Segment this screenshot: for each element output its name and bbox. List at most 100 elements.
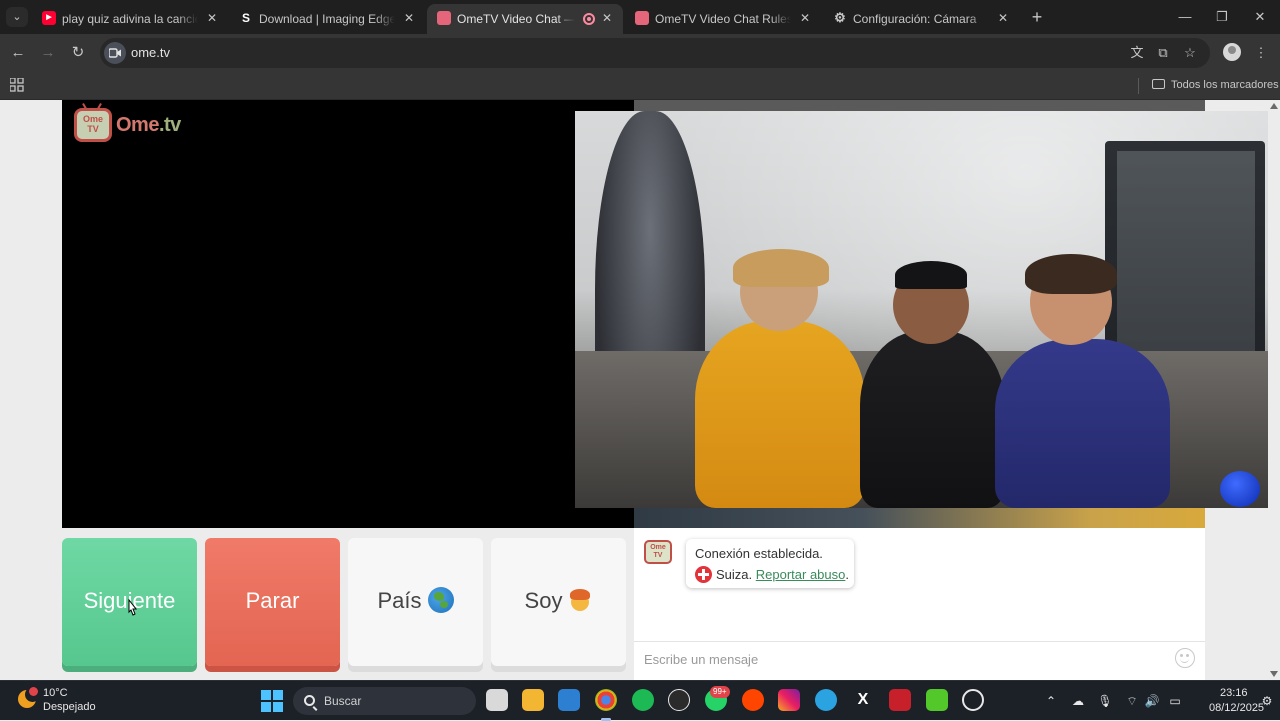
weather-condition[interactable]: Despejado bbox=[43, 701, 96, 713]
tab-title: OmeTV Video Chat — Omegle bbox=[457, 12, 575, 26]
cast-icon[interactable]: ⧉ bbox=[1153, 43, 1173, 63]
person-icon bbox=[568, 587, 592, 613]
stop-button[interactable]: Parar bbox=[205, 538, 340, 666]
reddit-icon[interactable] bbox=[742, 689, 764, 711]
globe-icon bbox=[427, 587, 454, 614]
country-button[interactable]: País bbox=[348, 538, 483, 666]
telegram-icon[interactable] bbox=[815, 689, 837, 711]
file-explorer-icon[interactable] bbox=[522, 689, 544, 711]
new-tab-button[interactable]: + bbox=[1028, 8, 1046, 26]
tab-search-button[interactable]: ⌄ bbox=[6, 7, 28, 27]
stop-button-label: Parar bbox=[245, 588, 300, 613]
gender-button[interactable]: Soy bbox=[491, 538, 626, 666]
store-icon[interactable] bbox=[558, 689, 580, 711]
taskbar-search[interactable]: Buscar bbox=[293, 687, 476, 715]
address-bar[interactable]: ome.tv bbox=[100, 38, 1210, 68]
bookmarks-bar: Todos los marcadores bbox=[0, 72, 1280, 100]
logo-brand-tld: .tv bbox=[158, 114, 181, 136]
video-person bbox=[995, 339, 1170, 508]
gear-icon: ⚙ bbox=[834, 10, 846, 25]
forward-button[interactable]: → bbox=[38, 43, 58, 63]
tv-logo-icon: Ome TV bbox=[74, 108, 112, 142]
windows-start-icon[interactable] bbox=[261, 690, 283, 712]
tab-ometv-active[interactable]: OmeTV Video Chat — Omegle ✕ bbox=[427, 4, 623, 34]
mouse-cursor-icon bbox=[128, 599, 138, 616]
video-person-cap bbox=[733, 249, 829, 287]
logo-brand-text: Ome.tv bbox=[116, 114, 181, 137]
search-icon bbox=[304, 695, 315, 706]
chat-divider bbox=[634, 641, 1205, 642]
onedrive-icon[interactable]: ☁ bbox=[1069, 692, 1087, 710]
all-bookmarks-folder[interactable]: Todos los marcadores bbox=[1152, 77, 1279, 93]
tab-strip: ⌄ ▶ play quiz adivina la cancion - YouTu… bbox=[0, 0, 1280, 34]
bookmarks-separator bbox=[1138, 78, 1139, 94]
tab-settings-camera[interactable]: ⚙ Configuración: Cámara ✕ bbox=[823, 4, 1019, 34]
video-blue-object bbox=[1220, 471, 1260, 507]
camera-in-use-icon[interactable] bbox=[104, 42, 126, 64]
scroll-down-arrow-icon[interactable] bbox=[1270, 671, 1278, 677]
video-person bbox=[860, 331, 1005, 508]
tab-ometv-rules[interactable]: OmeTV Video Chat Rules and Reg ✕ bbox=[625, 4, 821, 34]
instagram-icon[interactable] bbox=[778, 689, 800, 711]
chrome-icon[interactable] bbox=[595, 689, 617, 721]
tab-title: OmeTV Video Chat Rules and Reg bbox=[655, 12, 791, 26]
task-view-icon[interactable] bbox=[486, 689, 508, 711]
report-period: . bbox=[845, 567, 850, 582]
all-bookmarks-label: Todos los marcadores bbox=[1171, 79, 1279, 91]
window-close-button[interactable]: ✕ bbox=[1250, 8, 1270, 26]
swiss-flag-icon bbox=[695, 566, 712, 583]
browser-toolbar: ← → ↻ ome.tv 文 ⧉ ☆ ⋮ bbox=[0, 34, 1280, 72]
back-button[interactable]: ← bbox=[8, 43, 28, 63]
logo-brand-name: Ome bbox=[116, 114, 159, 136]
apps-grid-icon[interactable] bbox=[10, 78, 24, 92]
chat-message-input[interactable] bbox=[644, 650, 1164, 668]
clock-time[interactable]: 23:16 bbox=[1220, 687, 1248, 699]
weather-temperature[interactable]: 10°C bbox=[43, 687, 68, 699]
microphone-icon[interactable]: 🎙 bbox=[1096, 692, 1114, 710]
close-icon[interactable]: ✕ bbox=[995, 10, 1011, 26]
clock-date[interactable]: 08/12/2025 bbox=[1209, 702, 1264, 714]
close-icon[interactable]: ✕ bbox=[599, 10, 615, 26]
emoji-picker-icon[interactable] bbox=[1175, 648, 1195, 668]
tray-overflow-icon[interactable]: ⌃ bbox=[1042, 692, 1060, 710]
notifications-gear-icon[interactable]: ⚙ bbox=[1258, 692, 1276, 710]
reload-button[interactable]: ↻ bbox=[68, 43, 88, 63]
weather-moon-icon[interactable] bbox=[18, 687, 40, 708]
system-message: Conexión establecida. Suiza. Reportar ab… bbox=[686, 539, 854, 588]
partner-country: Suiza. bbox=[716, 567, 753, 582]
tab-imaging-edge[interactable]: S Download | Imaging Edge Webcam ✕ bbox=[229, 4, 425, 34]
tab-youtube[interactable]: ▶ play quiz adivina la cancion - YouTube… bbox=[32, 4, 228, 34]
logo-badge-text: Ome TV bbox=[82, 114, 103, 134]
local-video: Ome TV Ome.tv bbox=[62, 100, 634, 528]
remote-video-edge bbox=[634, 508, 1205, 528]
x-icon[interactable]: X bbox=[852, 689, 874, 711]
close-icon[interactable]: ✕ bbox=[401, 10, 417, 26]
connection-status: Conexión establecida. bbox=[695, 546, 823, 561]
profile-avatar[interactable] bbox=[1223, 43, 1241, 61]
report-abuse-link[interactable]: Reportar abuso bbox=[756, 567, 846, 582]
bookmark-star-icon[interactable]: ☆ bbox=[1180, 43, 1200, 63]
chatgpt-icon[interactable] bbox=[668, 689, 690, 711]
scroll-up-arrow-icon[interactable] bbox=[1270, 103, 1278, 109]
chat-logo-text: Ome TV bbox=[650, 544, 666, 559]
menu-icon[interactable]: ⋮ bbox=[1251, 43, 1271, 63]
remote-video-stream bbox=[575, 111, 1268, 508]
whatsapp-badge: 99+ bbox=[710, 686, 730, 698]
pdf-icon[interactable] bbox=[889, 689, 911, 711]
translate-icon[interactable]: 文 bbox=[1127, 43, 1147, 63]
minimize-button[interactable]: — bbox=[1175, 8, 1195, 26]
close-icon[interactable]: ✕ bbox=[797, 10, 813, 26]
obs-icon[interactable] bbox=[962, 689, 984, 711]
s-icon: S bbox=[241, 11, 250, 25]
maximize-button[interactable]: ❐ bbox=[1212, 8, 1232, 26]
close-icon[interactable]: ✕ bbox=[204, 10, 220, 26]
spotify-icon[interactable] bbox=[632, 689, 654, 711]
tab-title: play quiz adivina la cancion - YouTube bbox=[62, 12, 198, 26]
taskbar-search-label: Buscar bbox=[324, 694, 362, 708]
url-text: ome.tv bbox=[131, 45, 171, 60]
page-scrollbar[interactable] bbox=[1268, 100, 1280, 680]
volume-icon[interactable]: 🔊 bbox=[1143, 692, 1161, 710]
kick-icon[interactable] bbox=[926, 689, 948, 711]
wifi-icon[interactable]: ⌔ bbox=[1123, 692, 1141, 710]
battery-icon[interactable]: ▭ bbox=[1166, 692, 1184, 710]
